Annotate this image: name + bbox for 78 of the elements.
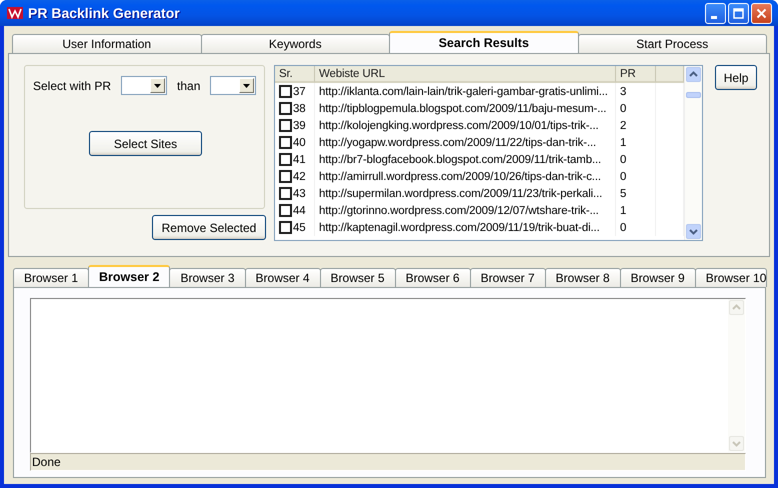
- row-number: 40: [292, 136, 306, 148]
- url-cell: http://kolojengking.wordpress.com/2009/10/01/tips-trik-...: [314, 117, 616, 134]
- scroll-up-icon: [731, 303, 742, 312]
- pr-cell: 5: [616, 185, 656, 202]
- row-number: 44: [292, 204, 306, 216]
- tab[interactable]: Browser 1: [13, 268, 90, 287]
- column-header: [656, 66, 684, 83]
- url-cell: http://tipblogpemula.blogspot.com/2009/11/baju-mesum-...: [314, 100, 616, 117]
- tab[interactable]: Browser 4: [244, 268, 321, 287]
- pr-cell: 3: [616, 83, 656, 100]
- select-sites-button[interactable]: Select Sites: [89, 131, 202, 156]
- scroll-down-icon: [731, 439, 742, 448]
- tab[interactable]: Keywords: [200, 34, 390, 53]
- remove-selected-button[interactable]: Remove Selected: [152, 215, 266, 240]
- row-number: 45: [292, 222, 306, 234]
- pr-cell: 0: [616, 219, 656, 236]
- help-button[interactable]: Help: [715, 65, 757, 90]
- tab[interactable]: Browser 10: [694, 268, 767, 287]
- tab[interactable]: Browser 9: [620, 268, 696, 287]
- column-header[interactable]: Webiste URL: [314, 66, 616, 83]
- pr-cell: 1: [616, 134, 656, 151]
- tab[interactable]: Browser 8: [544, 268, 621, 287]
- checkbox[interactable]: [278, 119, 292, 132]
- column-header[interactable]: PR: [616, 66, 656, 83]
- checkbox[interactable]: [278, 136, 292, 149]
- column-header[interactable]: Sr.: [274, 66, 315, 83]
- status-bar: Done: [30, 453, 746, 471]
- tab[interactable]: Start Process: [578, 34, 767, 53]
- url-cell: http://kaptenagil.wordpress.com/2009/11/19/trik-buat-di...: [314, 219, 616, 236]
- close-icon: [756, 8, 767, 18]
- pr-cell: 2: [616, 117, 656, 134]
- pr-cell: 0: [616, 151, 656, 168]
- checkbox[interactable]: [278, 204, 292, 217]
- checkbox[interactable]: [278, 102, 292, 115]
- caret-icon: [243, 84, 250, 88]
- url-cell: http://iklanta.com/lain-lain/trik-galeri-gambar-gratis-unlimi...: [314, 83, 616, 100]
- tab[interactable]: Browser 3: [169, 268, 246, 287]
- app-icon: [7, 6, 23, 20]
- scroll-thumb[interactable]: [686, 92, 702, 98]
- tab[interactable]: Browser 6: [394, 268, 471, 287]
- url-cell: http://amirrull.wordpress.com/2009/10/26/tips-dan-trik-c...: [314, 168, 616, 185]
- filter-label: Select with PR: [33, 78, 112, 92]
- tab[interactable]: Browser 2: [88, 265, 170, 287]
- checkbox[interactable]: [278, 85, 292, 98]
- maximize-button[interactable]: [728, 2, 749, 24]
- pr-cell: 1: [616, 202, 656, 219]
- row-number: 42: [292, 170, 306, 182]
- row-number: 39: [292, 120, 306, 132]
- dropdown[interactable]: [210, 76, 256, 95]
- row-number: 38: [292, 102, 306, 114]
- close-button[interactable]: [751, 2, 772, 24]
- dropdown[interactable]: [121, 76, 168, 95]
- window-title: PR Backlink Generator: [28, 5, 180, 21]
- checkbox[interactable]: [278, 221, 292, 234]
- checkbox[interactable]: [278, 187, 292, 200]
- scrollbar[interactable]: [684, 66, 702, 240]
- maximize-icon: [733, 8, 744, 18]
- scroll-up-icon: [688, 70, 700, 79]
- tab[interactable]: Browser 7: [470, 268, 546, 287]
- row-number: 37: [292, 86, 306, 98]
- scroll-down-icon: [688, 227, 700, 236]
- pr-cell: 0: [616, 168, 656, 185]
- pr-cell: 0: [616, 100, 656, 117]
- minimize-icon: [711, 16, 717, 18]
- caret-icon: [154, 84, 162, 88]
- tab[interactable]: User Information: [12, 34, 202, 53]
- url-cell: http://gtorinno.wordpress.com/2009/12/07/wtshare-trik-...: [314, 202, 616, 219]
- tab[interactable]: Browser 5: [320, 268, 396, 287]
- url-cell: http://yogapw.wordpress.com/2009/11/22/tips-dan-trik-...: [314, 134, 616, 151]
- minimize-button[interactable]: [705, 2, 726, 24]
- url-cell: http://br7-blogfacebook.blogspot.com/2009/11/trik-tamb...: [314, 151, 616, 168]
- checkbox[interactable]: [278, 153, 292, 166]
- between-label: than: [177, 78, 200, 92]
- checkbox[interactable]: [278, 170, 292, 183]
- url-cell: http://supermilan.wordpress.com/2009/11/23/trik-perkali...: [314, 185, 616, 202]
- tab[interactable]: Search Results: [389, 31, 578, 53]
- row-number: 43: [292, 188, 306, 200]
- row-number: 41: [292, 154, 306, 166]
